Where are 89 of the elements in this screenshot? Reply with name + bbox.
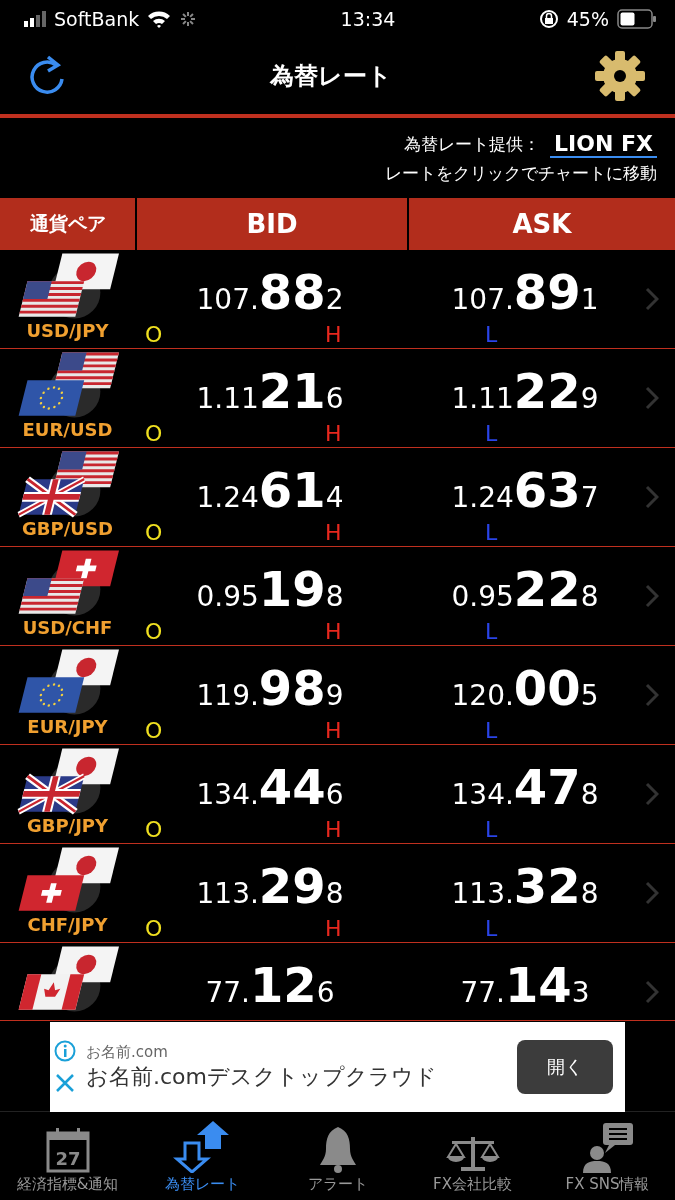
open-marker: O [145, 717, 164, 743]
column-header: 通貨ペア [0, 198, 135, 250]
chevron-right-icon [645, 287, 659, 311]
rate-row[interactable]: CHF/JPY 113.298 113.328 O H L [0, 844, 675, 943]
provider-link[interactable]: LION FX [550, 131, 657, 158]
user-chat-icon [580, 1121, 635, 1173]
chart-hint: レートをクリックでチャートに移動 [385, 162, 657, 185]
rate-row[interactable]: EUR/USD 1.11216 1.11229 O H L [0, 349, 675, 448]
chevron-right-icon [645, 980, 659, 1004]
carrier-name: SoftBank [54, 8, 140, 30]
open-button[interactable]: 開く [517, 1040, 613, 1094]
ask-rate[interactable]: 1.2463 7 [451, 462, 599, 518]
bid-rate[interactable]: 134.446 [196, 759, 344, 815]
rate-row[interactable]: GBP/USD 1.24614 1.2463 7 O H L [0, 448, 675, 547]
rate-row[interactable]: GBP/JPY 134.446 134.478 O H L [0, 745, 675, 844]
ask-rate[interactable]: 120.005 [451, 660, 599, 716]
ask-rate[interactable]: 107.891 [451, 264, 599, 320]
rotation-lock-icon [538, 9, 559, 29]
currency-pair: USD/CHF [21, 617, 114, 638]
battery-icon [617, 9, 657, 29]
currency-pair: EUR/JPY [26, 716, 109, 737]
chevron-right-icon [645, 881, 659, 905]
rate-row[interactable]: USD/JPY 107.882 107.891 O H L [0, 250, 675, 349]
tab-bar-item[interactable]: 為替レート [135, 1112, 270, 1200]
low-marker: L [485, 321, 499, 347]
signal-icon [24, 11, 46, 27]
bid-rate[interactable]: 107.882 [196, 264, 344, 320]
low-marker: L [485, 420, 499, 446]
tab-bar-item[interactable]: 27 経済指標&通知 [0, 1112, 135, 1200]
open-marker: O [145, 618, 164, 644]
currency-pair: USD/JPY [25, 320, 110, 341]
low-marker: L [485, 816, 499, 842]
column-header: BID [137, 198, 407, 250]
high-marker: H [325, 519, 343, 545]
high-marker: H [325, 717, 343, 743]
rate-row[interactable]: 77.126 77.143 [0, 943, 675, 1021]
ask-rate[interactable]: 0.95228 [451, 561, 599, 617]
bid-rate[interactable]: 1.11216 [196, 363, 344, 419]
rate-row[interactable]: EUR/JPY 119.989 120.005 O H L [0, 646, 675, 745]
tab-bar-item[interactable]: FX SNS情報 [540, 1112, 675, 1200]
bid-rate[interactable]: 1.24614 [196, 462, 344, 518]
chevron-right-icon [645, 782, 659, 806]
bid-rate[interactable]: 77.126 [205, 957, 335, 1013]
ask-rate[interactable]: 77.143 [460, 957, 590, 1013]
wifi-icon [147, 10, 172, 28]
high-marker: H [325, 618, 343, 644]
close-icon[interactable] [54, 1072, 76, 1094]
chevron-right-icon [645, 485, 659, 509]
high-marker: H [325, 420, 343, 446]
ask-rate[interactable]: 134.478 [451, 759, 599, 815]
column-header: ASK [409, 198, 675, 250]
bid-rate[interactable]: 119.989 [196, 660, 344, 716]
loading-icon [179, 10, 198, 28]
provider-label: 為替レート提供： [404, 133, 541, 156]
open-marker: O [145, 420, 164, 446]
chevron-right-icon [645, 386, 659, 410]
clock-time: 13:34 [340, 8, 396, 30]
settings-icon[interactable] [593, 49, 647, 103]
open-marker: O [145, 816, 164, 842]
ask-rate[interactable]: 113.328 [451, 858, 599, 914]
chevron-right-icon [645, 683, 659, 707]
tab-bar-item[interactable]: アラート [270, 1112, 405, 1200]
low-marker: L [485, 618, 499, 644]
low-marker: L [485, 717, 499, 743]
bid-rate[interactable]: 0.95 198 [196, 561, 344, 617]
currency-pair: GBP/JPY [25, 815, 110, 836]
high-marker: H [325, 816, 343, 842]
ad-advertiser: お名前.com [86, 1042, 169, 1062]
rate-row[interactable]: USD/CHF 0.95 198 0.95228 O H L [0, 547, 675, 646]
ad-banner[interactable]: お名前.com お名前.comデスクトップクラウド 開く [50, 1022, 625, 1112]
open-marker: O [145, 321, 164, 347]
currency-pair: EUR/USD [21, 419, 114, 440]
high-marker: H [325, 321, 343, 347]
info-icon[interactable] [54, 1040, 76, 1062]
bid-rate[interactable]: 113.298 [196, 858, 344, 914]
currency-pair: GBP/USD [21, 518, 114, 539]
ad-headline: お名前.comデスクトップクラウド [86, 1062, 438, 1091]
low-marker: L [485, 915, 499, 941]
screen-title: 為替レート [269, 61, 392, 92]
ask-rate[interactable]: 1.11229 [451, 363, 599, 419]
tab-bar-item[interactable]: FX会社比較 [405, 1112, 540, 1200]
bell-icon [317, 1125, 358, 1173]
open-marker: O [145, 915, 164, 941]
open-marker: O [145, 519, 164, 545]
battery-percent: 45% [566, 8, 609, 30]
high-marker: H [325, 915, 343, 941]
chevron-right-icon [645, 584, 659, 608]
currency-pair: CHF/JPY [26, 914, 109, 935]
low-marker: L [485, 519, 499, 545]
